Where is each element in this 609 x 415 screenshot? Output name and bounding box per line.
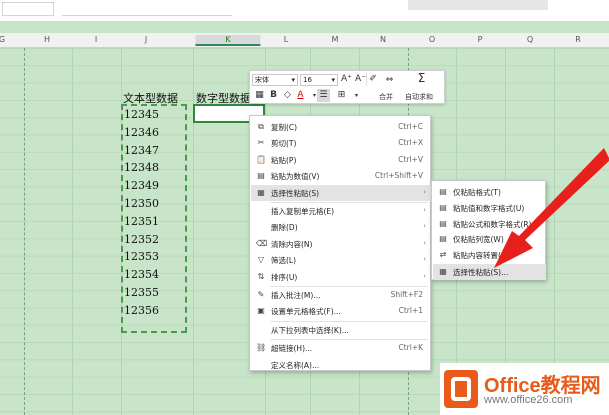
logo-url: www.office26.com — [484, 394, 573, 406]
pointer-arrow-annotation — [494, 148, 609, 268]
watermark-logo: Office教程网 www.office26.com — [440, 363, 609, 415]
office-logo-icon — [444, 370, 478, 408]
